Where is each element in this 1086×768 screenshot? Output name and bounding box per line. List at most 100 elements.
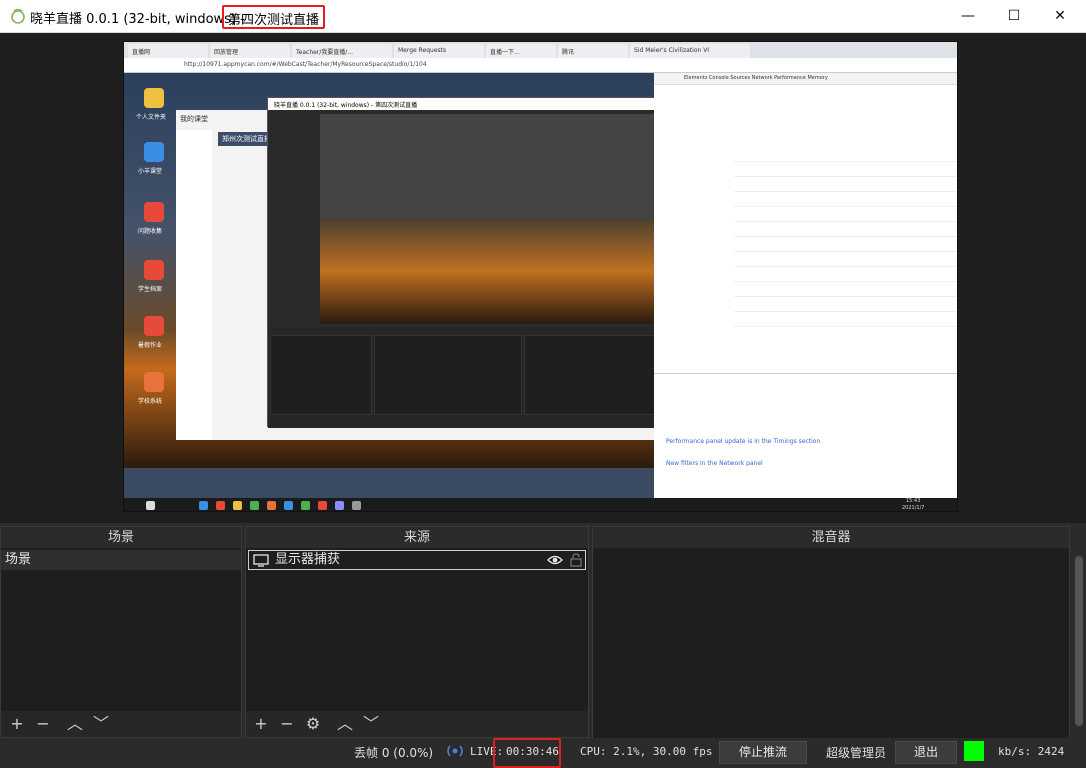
eye-icon[interactable] xyxy=(547,554,563,566)
desktop-label: 学生档案 xyxy=(138,286,163,293)
plus-icon: + xyxy=(254,714,268,733)
stop-stream-button[interactable]: 停止推流 xyxy=(719,741,807,764)
browser-tab: 直播网 xyxy=(128,44,208,58)
taskbar-app-icon xyxy=(301,501,310,510)
app-logo-icon xyxy=(11,8,25,24)
devtools-row xyxy=(734,228,957,237)
preview-canvas[interactable]: 直播网 回放管理 Teacher/我要直播/... Merge Requests… xyxy=(123,41,958,512)
browser-tab: Sid Meier's Civilization VI xyxy=(630,44,750,58)
broadcast-icon xyxy=(447,745,463,757)
browser-tab: Merge Requests xyxy=(394,44,484,58)
vertical-scrollbar[interactable] xyxy=(1072,550,1086,740)
windows-taskbar: 15:43 2021/1/7 xyxy=(124,498,957,511)
desktop-icon xyxy=(144,142,164,162)
move-source-up-button[interactable]: ︿ xyxy=(335,715,355,733)
scenes-dock-title: 场景 xyxy=(1,527,241,548)
devtools-row xyxy=(734,288,957,297)
add-source-button[interactable]: + xyxy=(251,715,271,733)
chevron-down-icon: ﹀ xyxy=(362,714,379,733)
chevron-down-icon: ﹀ xyxy=(92,714,109,733)
minimize-button[interactable]: — xyxy=(945,0,991,32)
source-properties-button[interactable]: ⚙ xyxy=(303,715,323,733)
devtools-tab-labels: Elements Console Sources Network Perform… xyxy=(684,75,828,81)
lms-sidebar xyxy=(176,130,212,440)
move-source-down-button[interactable]: ﹀ xyxy=(361,715,381,733)
taskbar-app-icon xyxy=(233,501,242,510)
devtools-row xyxy=(734,303,957,312)
devtools-row xyxy=(734,243,957,252)
desktop-icon xyxy=(144,88,164,108)
browser-url: http://10971.appmycan.com/#/WebCast/Teac… xyxy=(184,61,427,68)
taskbar-app-icon xyxy=(199,501,208,510)
dock-area: 场景 场景 + − ︿ ﹀ 来源 显示器捕获 + − ⚙ ︿ ﹀ 混音器 xyxy=(0,523,1086,738)
scenes-list[interactable]: 场景 xyxy=(1,548,241,713)
devtools-row xyxy=(734,318,957,327)
scene-item[interactable]: 场景 xyxy=(1,550,241,570)
monitor-icon xyxy=(253,554,269,567)
remove-source-button[interactable]: − xyxy=(277,715,297,733)
taskbar-time: 15:43 xyxy=(906,498,921,504)
desktop-label: 小羊课堂 xyxy=(138,168,163,175)
close-button[interactable]: ✕ xyxy=(1037,0,1083,32)
bitrate: kb/s: 2424 xyxy=(998,745,1065,758)
desktop-label: 个人文件夹 xyxy=(136,114,167,121)
remove-scene-button[interactable]: − xyxy=(33,715,53,733)
taskbar-app-icon xyxy=(267,501,276,510)
nested-dock-scenes xyxy=(270,335,372,415)
browser-address-bar: http://10971.appmycan.com/#/WebCast/Teac… xyxy=(124,58,957,73)
chevron-up-icon: ︿ xyxy=(336,714,353,733)
browser-tab: 直播一下... xyxy=(486,44,556,58)
taskbar-app-icon xyxy=(352,501,361,510)
taskbar-app-icon xyxy=(216,501,225,510)
minimize-icon: — xyxy=(961,8,975,24)
devtools-link[interactable]: Performance panel update is in the Timin… xyxy=(666,438,820,445)
minus-icon: − xyxy=(36,714,50,733)
move-scene-up-button[interactable]: ︿ xyxy=(65,715,85,733)
devtools-row xyxy=(734,168,957,177)
window-title: 晓羊直播 0.0.1 (32-bit, windows) - xyxy=(30,12,245,27)
browser-tab: 腾讯 xyxy=(558,44,628,58)
devtools-panel: Elements Console Sources Network Perform… xyxy=(654,73,957,498)
source-item[interactable]: 显示器捕获 xyxy=(248,550,586,570)
move-scene-down-button[interactable]: ﹀ xyxy=(91,715,111,733)
status-indicator xyxy=(964,741,984,761)
scenes-dock: 场景 场景 + − ︿ ﹀ xyxy=(0,526,242,738)
close-icon: ✕ xyxy=(1054,8,1066,24)
taskbar-app-icon xyxy=(284,501,293,510)
lock-icon[interactable] xyxy=(570,553,582,567)
logout-button[interactable]: 退出 xyxy=(895,741,957,764)
sources-list[interactable]: 显示器捕获 xyxy=(246,548,588,713)
scrollbar-thumb[interactable] xyxy=(1075,556,1083,726)
devtools-row xyxy=(734,198,957,207)
live-timer: 00:30:46 xyxy=(506,745,559,758)
add-scene-button[interactable]: + xyxy=(7,715,27,733)
nested-dock-sources xyxy=(374,335,522,415)
taskbar-app-icon xyxy=(250,501,259,510)
preview-area: 直播网 回放管理 Teacher/我要直播/... Merge Requests… xyxy=(0,33,1086,523)
taskbar-app-icon xyxy=(318,501,327,510)
nested-obs-window: 晓羊直播 0.0.1 (32-bit, windows) - 第四次测试直播 xyxy=(267,97,683,428)
devtools-link[interactable]: New filters in the Network panel xyxy=(666,460,763,467)
desktop-icon xyxy=(144,202,164,222)
taskbar-date: 2021/1/7 xyxy=(902,505,925,511)
desktop-icon xyxy=(144,260,164,280)
browser-tab: Teacher/我要直播/... xyxy=(292,44,392,58)
chevron-up-icon: ︿ xyxy=(66,714,83,733)
devtools-row xyxy=(734,183,957,192)
desktop-label: 问题收集 xyxy=(138,228,163,235)
nested-preview-bg xyxy=(320,218,683,324)
sources-dock: 来源 显示器捕获 + − ⚙ ︿ ﹀ xyxy=(245,526,589,738)
desktop-icon xyxy=(144,372,164,392)
desktop-icon xyxy=(144,316,164,336)
maximize-button[interactable]: ☐ xyxy=(991,0,1037,32)
devtools-whats-new: Performance panel update is in the Timin… xyxy=(654,373,957,498)
dropped-frames: 丢帧 0 (0.0%) xyxy=(354,746,434,760)
devtools-row xyxy=(734,258,957,267)
nested-obs-title: 晓羊直播 0.0.1 (32-bit, windows) - 第四次测试直播 xyxy=(268,98,681,110)
taskbar-app-icon xyxy=(335,501,344,510)
status-bar: 丢帧 0 (0.0%) LIVE: 00:30:46 CPU: 2.1%, 30… xyxy=(0,738,1086,768)
cpu-fps: CPU: 2.1%, 30.00 fps xyxy=(580,745,713,758)
windows-start-icon xyxy=(146,501,155,510)
browser-tab: 回放管理 xyxy=(210,44,290,58)
browser-tab-strip: 直播网 回放管理 Teacher/我要直播/... Merge Requests… xyxy=(124,42,957,58)
